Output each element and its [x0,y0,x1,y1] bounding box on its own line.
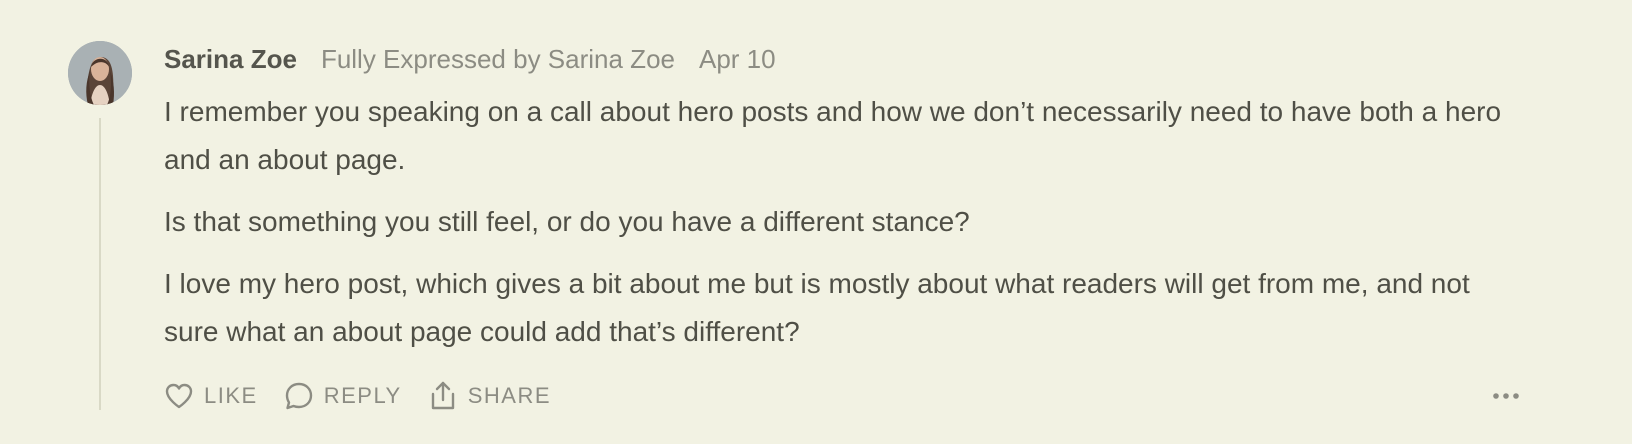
author-name[interactable]: Sarina Zoe [164,44,297,75]
speech-bubble-icon [284,381,314,411]
publication-name[interactable]: Fully Expressed by Sarina Zoe [321,44,675,75]
reply-button[interactable]: REPLY [284,381,402,411]
comment-body: I remember you speaking on a call about … [164,88,1524,370]
comment-header: Sarina Zoe Fully Expressed by Sarina Zoe… [164,42,776,76]
avatar[interactable] [68,41,132,105]
comment-paragraph: I love my hero post, which gives a bit a… [164,268,1470,347]
more-options-button[interactable] [1492,382,1520,410]
share-button[interactable]: SHARE [428,380,551,412]
avatar-image [68,41,132,105]
thread-line [99,118,101,410]
comment-paragraph: Is that something you still feel, or do … [164,206,970,237]
more-horizontal-icon [1492,392,1520,400]
share-upload-icon [428,380,458,412]
comment: Sarina Zoe Fully Expressed by Sarina Zoe… [0,0,1632,444]
comment-paragraph: I remember you speaking on a call about … [164,96,1502,175]
like-button[interactable]: LIKE [164,382,258,410]
share-label: SHARE [467,383,552,408]
heart-icon [164,382,194,410]
comment-actions: LIKE REPLY SHARE [164,378,551,414]
comment-date[interactable]: Apr 10 [699,44,776,75]
reply-label: REPLY [323,383,402,408]
like-label: LIKE [204,383,258,408]
